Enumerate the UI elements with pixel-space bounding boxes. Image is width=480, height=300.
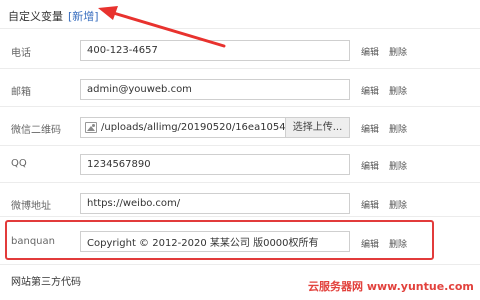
annotation-arrow-icon	[98, 6, 226, 48]
